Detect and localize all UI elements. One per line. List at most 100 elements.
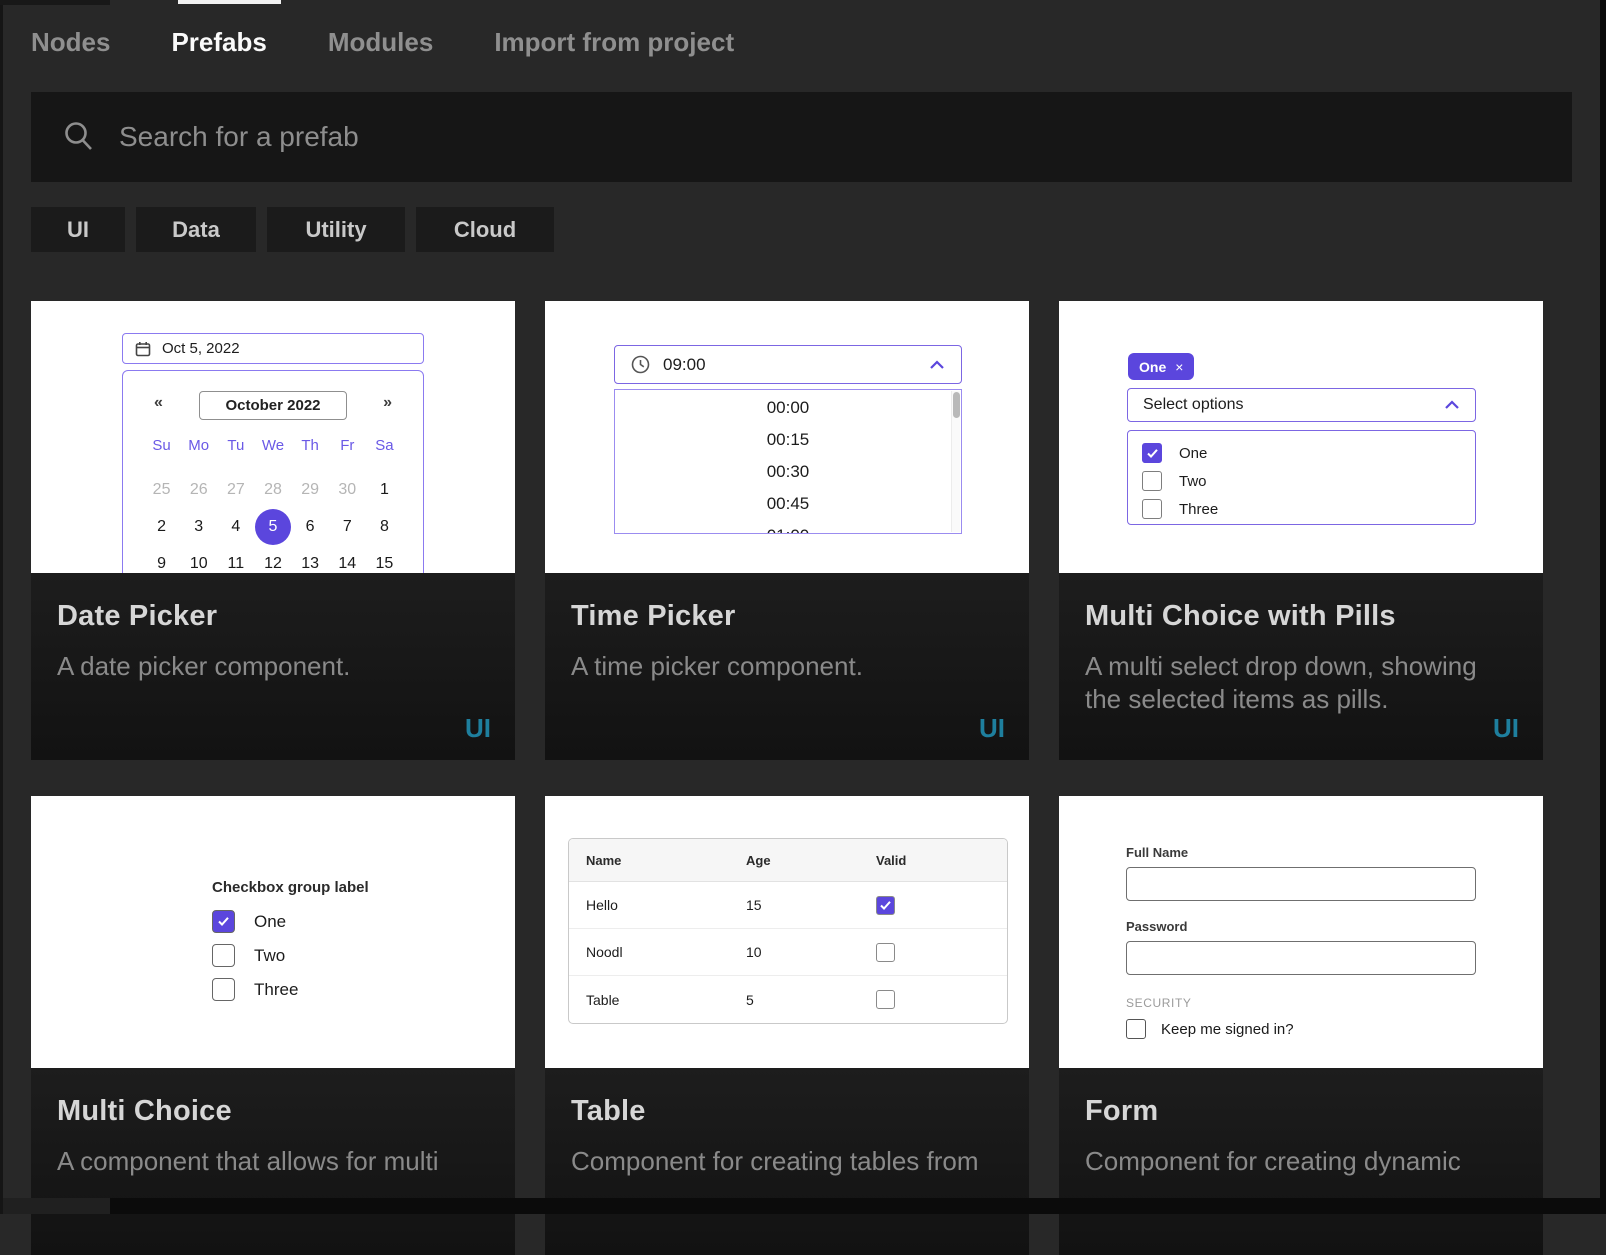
filter-button-utility[interactable]: Utility [267,207,405,252]
cell-name: Noodl [586,944,746,960]
cell-age: 15 [746,897,876,913]
calendar-day[interactable]: 9 [143,545,180,573]
calendar-day[interactable]: 3 [180,508,217,545]
calendar-day[interactable]: 15 [366,545,403,573]
prev-month-button[interactable]: « [154,394,163,412]
calendar-day[interactable]: 11 [217,545,254,573]
weekday-label: Su [143,437,180,454]
calendar-day[interactable]: 29 [292,471,329,508]
calendar-day[interactable]: 26 [180,471,217,508]
calendar-day[interactable]: 13 [292,545,329,573]
time-option[interactable]: 00:15 [615,424,961,456]
table-row[interactable]: Noodl10 [569,929,1007,976]
calendar-day[interactable]: 12 [254,545,291,573]
tab-prefabs[interactable]: Prefabs [171,27,266,58]
card-preview: Full Name Password SECURITY Keep me sign… [1059,796,1543,1068]
calendar-day[interactable]: 8 [366,508,403,545]
filter-button-cloud[interactable]: Cloud [416,207,554,252]
chevron-up-icon[interactable] [1444,400,1460,410]
day-number: 14 [338,555,356,573]
field-label-full-name: Full Name [1126,845,1476,860]
checkbox-unchecked[interactable] [212,944,235,967]
time-option[interactable]: 00:45 [615,488,961,520]
calendar-day[interactable]: 5 [254,508,291,545]
calendar-day[interactable]: 14 [329,545,366,573]
password-input[interactable] [1126,941,1476,975]
calendar-day[interactable]: 1 [366,471,403,508]
prefab-card-table[interactable]: Name Age Valid Hello15Noodl10Table5 Tabl… [545,796,1029,1255]
card-preview: 09:00 00:0000:1500:3000:4501:00 [545,301,1029,573]
select-placeholder: Select options [1143,396,1244,414]
checkbox-unchecked[interactable] [1142,499,1162,519]
prefab-card-date-picker[interactable]: Oct 5, 2022 « October 2022 » SuMoTuWeThF… [31,301,515,760]
checkbox-checked[interactable] [212,910,235,933]
time-option[interactable]: 01:00 [615,520,961,534]
month-label[interactable]: October 2022 [199,391,347,420]
selected-day: 5 [255,509,291,545]
card-description: A component that allows for multi [57,1145,489,1178]
scrollbar-thumb[interactable] [953,392,960,418]
chevron-up-icon[interactable] [929,360,945,370]
calendar-day[interactable]: 10 [180,545,217,573]
keep-signed-in-label: Keep me signed in? [1161,1021,1294,1038]
calendar-day[interactable]: 7 [329,508,366,545]
card-description: Component for creating dynamic [1085,1145,1517,1178]
select-input[interactable]: Select options [1127,388,1476,422]
card-info: Date Picker A date picker component. UI [31,573,515,760]
tab-nodes[interactable]: Nodes [31,27,110,58]
checkbox-group: Checkbox group label OneTwoThree [212,879,369,1001]
table-row[interactable]: Table5 [569,976,1007,1023]
checkbox-unchecked[interactable] [876,990,895,1009]
day-number: 15 [376,555,394,573]
checkbox-unchecked[interactable] [212,978,235,1001]
window-border-left [0,0,3,1214]
time-option[interactable]: 00:30 [615,456,961,488]
checkbox-unchecked[interactable] [876,943,895,962]
option-row[interactable]: One [1142,439,1475,467]
search-input[interactable] [119,107,1572,167]
form: Full Name Password SECURITY Keep me sign… [1126,845,1476,1039]
checkbox-checked[interactable] [876,896,895,915]
time-input[interactable]: 09:00 [614,345,962,384]
calendar-panel: « October 2022 » SuMoTuWeThFrSa 25262728… [122,370,424,573]
date-input[interactable]: Oct 5, 2022 [122,333,424,364]
option-row[interactable]: Three [1142,495,1475,523]
card-preview: One × Select options OneTwoThree [1059,301,1543,573]
prefab-card-multi-choice[interactable]: Checkbox group label OneTwoThree Multi C… [31,796,515,1255]
keep-signed-in-checkbox[interactable] [1126,1019,1146,1039]
card-info: Multi Choice with Pills A multi select d… [1059,573,1543,760]
card-info: Time Picker A time picker component. UI [545,573,1029,760]
calendar-day[interactable]: 6 [292,508,329,545]
filter-button-ui[interactable]: UI [31,207,125,252]
full-name-input[interactable] [1126,867,1476,901]
card-preview: Name Age Valid Hello15Noodl10Table5 [545,796,1029,1068]
selected-pill[interactable]: One × [1128,353,1194,380]
prefab-card-form[interactable]: Full Name Password SECURITY Keep me sign… [1059,796,1543,1255]
option-row[interactable]: Two [212,944,369,967]
filter-button-data[interactable]: Data [136,207,256,252]
calendar-day[interactable]: 27 [217,471,254,508]
table-row[interactable]: Hello15 [569,882,1007,929]
time-option[interactable]: 00:00 [615,392,961,424]
option-row[interactable]: Three [212,978,369,1001]
tab-import-from-project[interactable]: Import from project [494,27,734,58]
checkbox-checked[interactable] [1142,443,1162,463]
calendar-day[interactable]: 30 [329,471,366,508]
option-row[interactable]: Two [1142,467,1475,495]
calendar-day[interactable]: 25 [143,471,180,508]
option-row[interactable]: One [212,910,369,933]
prefab-card-time-picker[interactable]: 09:00 00:0000:1500:3000:4501:00 Time Pic… [545,301,1029,760]
next-month-button[interactable]: » [383,394,392,412]
calendar-day[interactable]: 4 [217,508,254,545]
search-bar [31,92,1572,182]
pill-remove-icon[interactable]: × [1175,359,1183,375]
window-border-bottom-left [0,1198,110,1214]
calendar-day[interactable]: 2 [143,508,180,545]
checkbox-unchecked[interactable] [1142,471,1162,491]
calendar-day[interactable]: 28 [254,471,291,508]
day-number: 2 [157,518,166,536]
tab-modules[interactable]: Modules [328,27,433,58]
prefab-card-multi-choice-pills[interactable]: One × Select options OneTwoThree Multi C… [1059,301,1543,760]
window-top-strip [0,0,110,5]
day-number: 13 [301,555,319,573]
